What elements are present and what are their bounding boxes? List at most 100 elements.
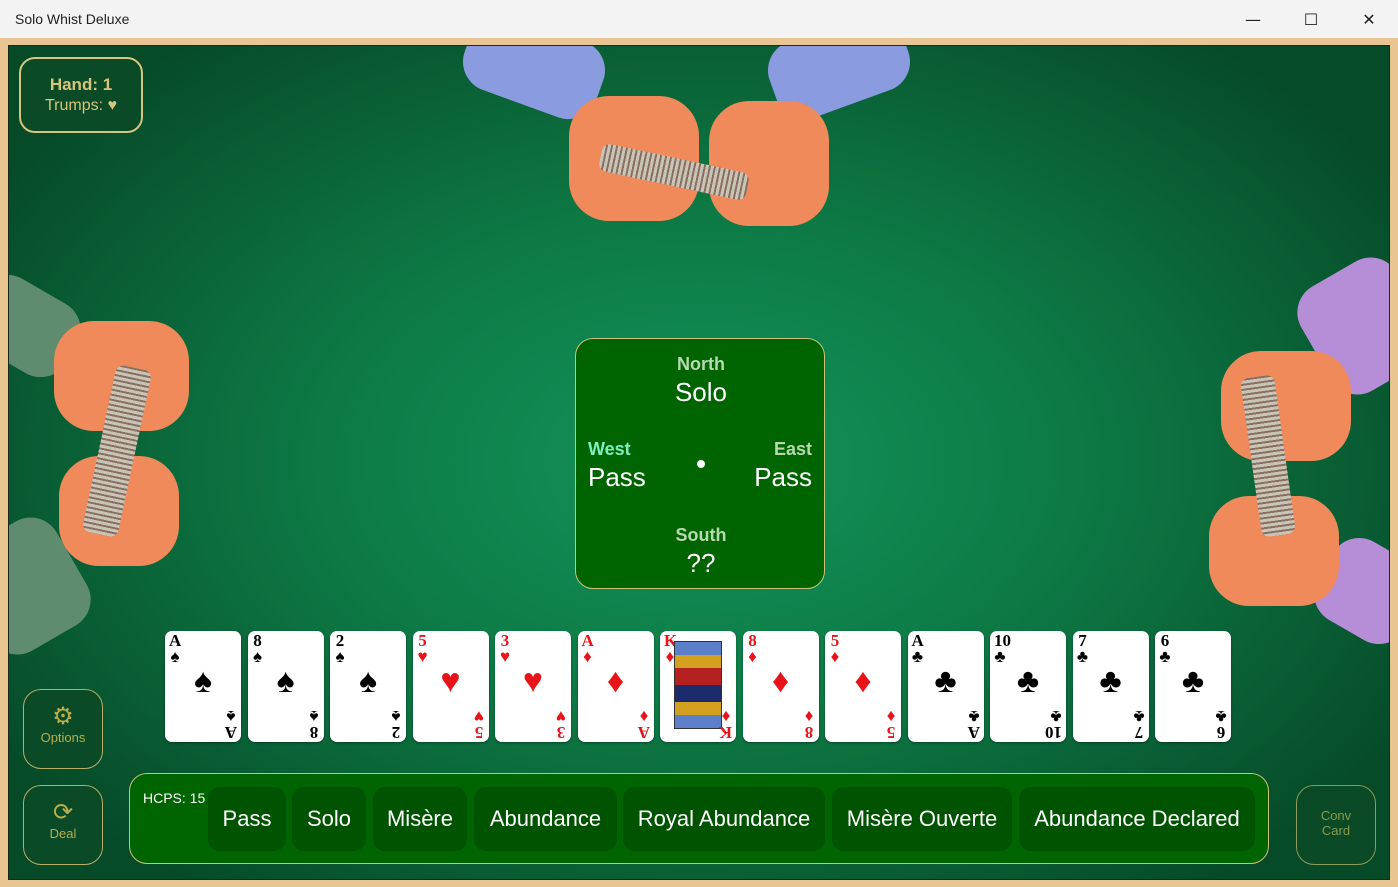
bid-abundance-button[interactable]: Abundance [474, 787, 617, 851]
refresh-icon: ⟳ [52, 799, 74, 826]
card-center-suit: ♠ [358, 663, 378, 700]
hand-status-badge: Hand: 1 Trumps: ♥ [19, 57, 143, 133]
card-corner-bottom: 8 ♦ [803, 707, 815, 742]
bid-abundance-declared-button[interactable]: Abundance Declared [1019, 787, 1255, 851]
bid-bar: HCPS: 15 Pass Solo Misère Abundance Roya… [129, 773, 1269, 864]
card-suit: ♦ [886, 707, 896, 726]
maximize-button[interactable]: ☐ [1282, 0, 1340, 38]
card-corner-top: 10 ♣ [994, 632, 1011, 665]
card-corner-bottom: 2 ♠ [390, 707, 402, 742]
deal-label: Deal [49, 826, 77, 841]
minimize-button[interactable]: — [1224, 0, 1282, 38]
card-suit: ♣ [1215, 707, 1227, 726]
playing-card[interactable]: 2 ♠ ♠ 2 ♠ [330, 631, 406, 742]
card-corner-bottom: K ♦ [719, 707, 732, 742]
card-corner-top: 5 ♦ [829, 632, 841, 665]
title-bar: Solo Whist Deluxe — ☐ ✕ [0, 0, 1398, 38]
card-corner-bottom: 7 ♣ [1133, 707, 1145, 742]
bidding-panel: North Solo West Pass East Pass South ?? [575, 338, 825, 589]
card-suit: ♦ [804, 707, 813, 726]
bid-misere-button[interactable]: Misère [373, 787, 467, 851]
playing-card[interactable]: 5 ♦ ♦ 5 ♦ [825, 631, 901, 742]
hand-number: Hand: 1 [49, 75, 113, 94]
playing-card[interactable]: 8 ♠ ♠ 8 ♠ [247, 631, 324, 742]
card-suit: ♠ [226, 707, 236, 726]
card-corner-top: 8 ♦ [747, 632, 759, 665]
playing-card[interactable]: 7 ♣ ♣ 7 ♣ [1072, 631, 1149, 742]
card-center-suit: ♦ [854, 663, 872, 700]
card-center-suit: ♣ [1099, 663, 1122, 700]
trumps-indicator: Trumps: ♥ [44, 97, 118, 114]
card-suit: ♠ [391, 707, 401, 726]
playing-card[interactable]: 8 ♦ ♦ 8 ♦ [742, 631, 819, 742]
card-center-suit: ♥ [440, 663, 461, 700]
card-suit: ♠ [308, 707, 319, 726]
conv-card-button[interactable]: Conv Card [1296, 785, 1376, 865]
card-corner-bottom: A ♠ [225, 707, 237, 742]
card-center-suit: ♦ [606, 663, 625, 700]
seat-bid: Solo [674, 377, 728, 407]
card-center-suit: ♣ [1016, 663, 1040, 700]
bid-misere-ouverte-button[interactable]: Misère Ouverte [832, 787, 1012, 851]
bid-royal-abundance-button[interactable]: Royal Abundance [623, 787, 825, 851]
card-corner-top: 8 ♠ [252, 632, 264, 665]
playing-card[interactable]: 6 ♣ ♣ 6 ♣ [1155, 631, 1231, 742]
card-corner-top: 3 ♥ [499, 632, 511, 665]
seat-name: South [675, 525, 727, 545]
king-face-image [674, 641, 722, 729]
seat-bid: Pass [588, 462, 646, 492]
playing-card[interactable]: A ♠ ♠ A ♠ [165, 631, 241, 742]
card-suit: ♦ [721, 707, 731, 726]
card-corner-top: A ♣ [912, 632, 924, 665]
playing-card[interactable]: 3 ♥ ♥ 3 ♥ [495, 631, 571, 742]
card-center-suit: ♣ [1181, 663, 1205, 700]
card-suit: ♦ [639, 707, 648, 726]
conv-card-label-2: Card [1321, 823, 1351, 838]
card-table: Hand: 1 Trumps: ♥ North Solo West Pass E… [8, 45, 1390, 880]
card-corner-bottom: 5 ♦ [885, 707, 897, 742]
card-corner-top: 5 ♥ [417, 632, 429, 665]
card-corner-bottom: 3 ♥ [555, 707, 567, 742]
seat-south: South ?? [651, 525, 751, 579]
seat-name: West [588, 439, 631, 459]
card-suit: ♥ [473, 707, 484, 726]
bid-solo-button[interactable]: Solo [292, 787, 366, 851]
card-center-suit: ♥ [522, 663, 544, 700]
card-corner-top: 2 ♠ [334, 632, 346, 665]
close-button[interactable]: ✕ [1340, 0, 1398, 38]
playing-card[interactable]: 5 ♥ ♥ 5 ♥ [412, 631, 489, 742]
card-center-suit: ♦ [771, 663, 790, 700]
card-corner-top: 6 ♣ [1159, 632, 1171, 665]
seat-bid: Pass [754, 462, 812, 492]
card-suit: ♣ [967, 707, 980, 726]
north-hand-right [709, 101, 829, 226]
card-corner-bottom: A ♦ [637, 707, 649, 742]
playing-card[interactable]: A ♣ ♣ A ♣ [907, 631, 984, 742]
card-center-suit: ♠ [276, 663, 295, 700]
card-corner-top: 7 ♣ [1077, 632, 1089, 665]
card-corner-bottom: 6 ♣ [1215, 707, 1227, 742]
bid-pass-button[interactable]: Pass [208, 787, 286, 851]
seat-name: East [773, 439, 812, 459]
deal-button[interactable]: ⟳ Deal [23, 785, 103, 865]
card-corner-bottom: 8 ♠ [308, 707, 320, 742]
playing-card[interactable]: 10 ♣ ♣ 10 ♣ [990, 631, 1066, 742]
options-label: Options [40, 730, 86, 745]
playing-card[interactable]: K ♦ K ♦ [660, 631, 736, 742]
east-hand-top [1221, 351, 1351, 461]
window-title: Solo Whist Deluxe [15, 11, 130, 27]
card-corner-bottom: 5 ♥ [473, 707, 485, 742]
gear-icon: ⚙ [52, 703, 74, 730]
hcps-count: HCPS: 15 [143, 790, 206, 806]
card-center-suit: ♠ [193, 663, 213, 700]
options-button[interactable]: ⚙ Options [23, 689, 103, 769]
seat-bid: ?? [686, 548, 716, 578]
seat-name: North [677, 354, 725, 374]
card-corner-top: A ♠ [169, 632, 181, 665]
playing-card[interactable]: A ♦ ♦ A ♦ [577, 631, 654, 742]
card-corner-bottom: A ♣ [967, 707, 980, 742]
card-corner-bottom: 10 ♣ [1045, 707, 1062, 742]
seat-north: North Solo [651, 354, 751, 408]
card-suit: ♥ [555, 707, 567, 726]
card-center-suit: ♣ [934, 663, 957, 700]
